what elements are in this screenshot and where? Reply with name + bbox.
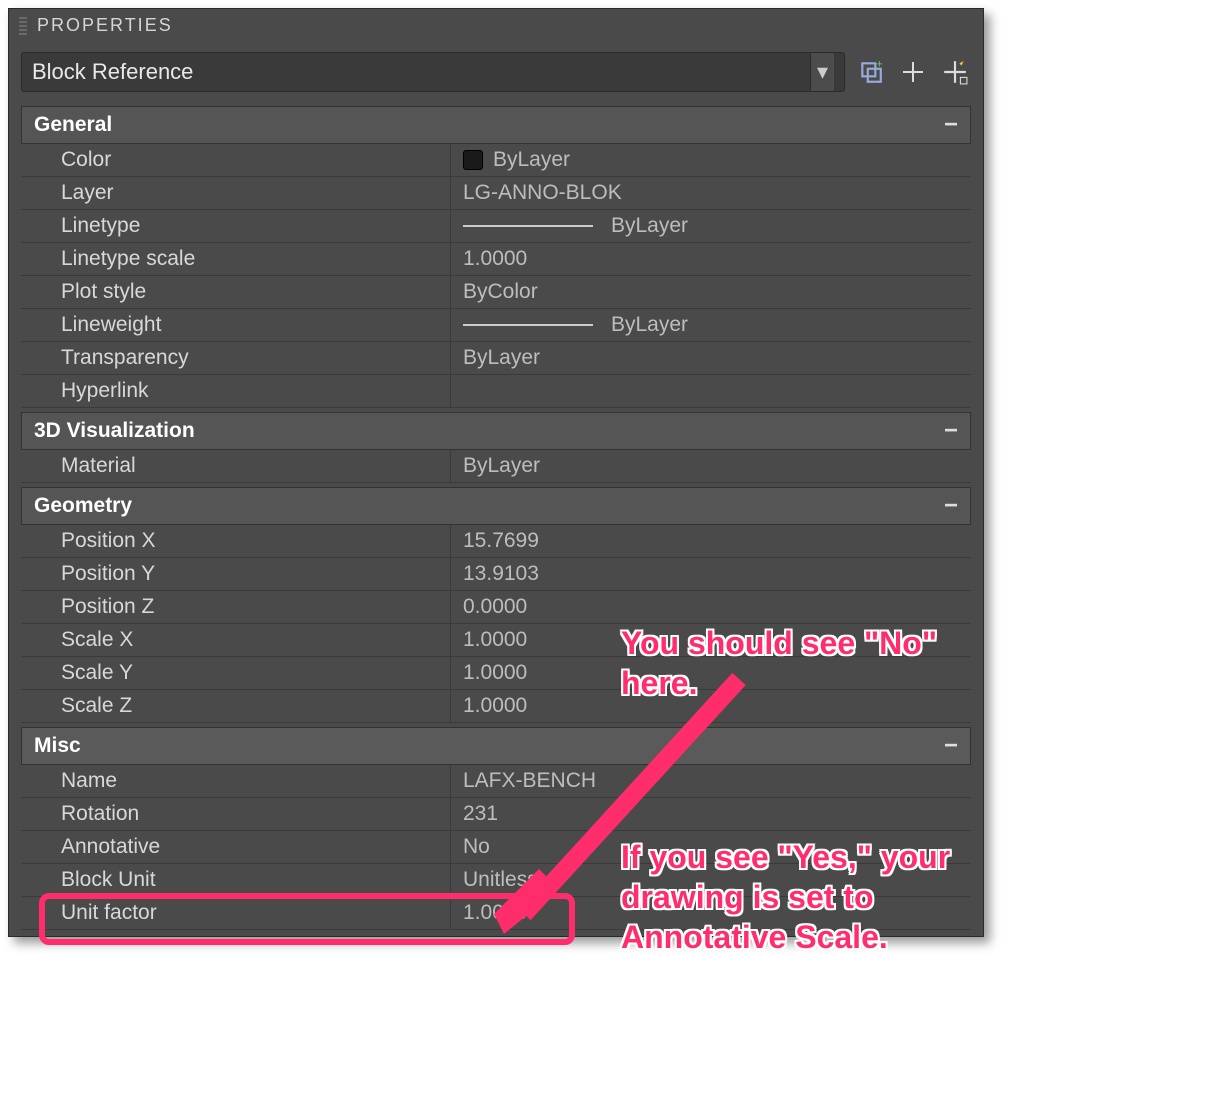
section-general-title: General [34, 113, 112, 137]
label-unit-factor: Unit factor [21, 897, 451, 929]
label-plot-style: Plot style [21, 276, 451, 308]
label-rotation: Rotation [21, 798, 451, 830]
annotation-text-2: If you see "Yes," your drawing is set to… [621, 837, 1001, 957]
value-plot-style[interactable]: ByColor [451, 276, 971, 308]
linetype-preview-icon [463, 225, 593, 227]
row-transparency: Transparency ByLayer [21, 342, 971, 375]
label-posy: Position Y [21, 558, 451, 590]
row-rotation: Rotation 231 [21, 798, 971, 831]
row-lineweight: Lineweight ByLayer [21, 309, 971, 342]
properties-panel: PROPERTIES Block Reference ▾ + General −… [8, 8, 984, 937]
label-lineweight: Lineweight [21, 309, 451, 341]
row-plot-style: Plot style ByColor [21, 276, 971, 309]
row-color: Color ByLayer [21, 144, 971, 177]
toggle-pickadd-icon[interactable]: + [855, 56, 887, 88]
value-name[interactable]: LAFX-BENCH [451, 765, 971, 797]
label-block-unit: Block Unit [21, 864, 451, 896]
panel-title: PROPERTIES [37, 15, 173, 36]
value-color[interactable]: ByLayer [451, 144, 971, 176]
value-rotation[interactable]: 231 [451, 798, 971, 830]
value-hyperlink[interactable] [451, 375, 971, 407]
annotation-text-1: You should see "No" here. [621, 623, 981, 703]
section-misc-title: Misc [34, 734, 81, 758]
label-posx: Position X [21, 525, 451, 557]
row-posx: Position X 15.7699 [21, 525, 971, 558]
label-color: Color [21, 144, 451, 176]
row-linetype-scale: Linetype scale 1.0000 [21, 243, 971, 276]
row-hyperlink: Hyperlink [21, 375, 971, 408]
row-name: Name LAFX-BENCH [21, 765, 971, 798]
quick-select-icon[interactable] [939, 56, 971, 88]
object-type-selector[interactable]: Block Reference ▾ [21, 52, 845, 92]
label-hyperlink: Hyperlink [21, 375, 451, 407]
grip-icon[interactable] [19, 17, 27, 35]
value-material[interactable]: ByLayer [451, 450, 971, 482]
section-geometry-title: Geometry [34, 494, 132, 518]
row-linetype: Linetype ByLayer [21, 210, 971, 243]
label-annotative: Annotative [21, 831, 451, 863]
toolbar: Block Reference ▾ + [9, 42, 983, 102]
value-posy[interactable]: 13.9103 [451, 558, 971, 590]
lineweight-preview-icon [463, 324, 593, 326]
color-swatch-icon [463, 150, 483, 170]
section-viz-title: 3D Visualization [34, 419, 195, 443]
collapse-icon[interactable]: − [944, 492, 958, 520]
label-sx: Scale X [21, 624, 451, 656]
section-general-header[interactable]: General − [21, 106, 971, 144]
label-sy: Scale Y [21, 657, 451, 689]
collapse-icon[interactable]: − [944, 111, 958, 139]
section-geometry-header[interactable]: Geometry − [21, 487, 971, 525]
value-linetype[interactable]: ByLayer [451, 210, 971, 242]
value-posx[interactable]: 15.7699 [451, 525, 971, 557]
row-layer: Layer LG-ANNO-BLOK [21, 177, 971, 210]
select-objects-icon[interactable] [897, 56, 929, 88]
svg-text:+: + [876, 59, 882, 71]
value-posz[interactable]: 0.0000 [451, 591, 971, 623]
value-lineweight[interactable]: ByLayer [451, 309, 971, 341]
label-name: Name [21, 765, 451, 797]
panel-header: PROPERTIES [9, 9, 983, 42]
row-posz: Position Z 0.0000 [21, 591, 971, 624]
label-posz: Position Z [21, 591, 451, 623]
collapse-icon[interactable]: − [944, 732, 958, 760]
section-misc-header[interactable]: Misc − [21, 727, 971, 765]
sections: General − Color ByLayer Layer LG-ANNO-BL… [9, 106, 983, 936]
value-layer[interactable]: LG-ANNO-BLOK [451, 177, 971, 209]
chevron-down-icon[interactable]: ▾ [810, 53, 834, 91]
label-layer: Layer [21, 177, 451, 209]
label-sz: Scale Z [21, 690, 451, 722]
row-posy: Position Y 13.9103 [21, 558, 971, 591]
label-transparency: Transparency [21, 342, 451, 374]
row-material: Material ByLayer [21, 450, 971, 483]
section-viz-header[interactable]: 3D Visualization − [21, 412, 971, 450]
label-linetype-scale: Linetype scale [21, 243, 451, 275]
label-material: Material [21, 450, 451, 482]
object-type-label: Block Reference [32, 59, 193, 85]
value-transparency[interactable]: ByLayer [451, 342, 971, 374]
value-linetype-scale[interactable]: 1.0000 [451, 243, 971, 275]
label-linetype: Linetype [21, 210, 451, 242]
collapse-icon[interactable]: − [944, 417, 958, 445]
